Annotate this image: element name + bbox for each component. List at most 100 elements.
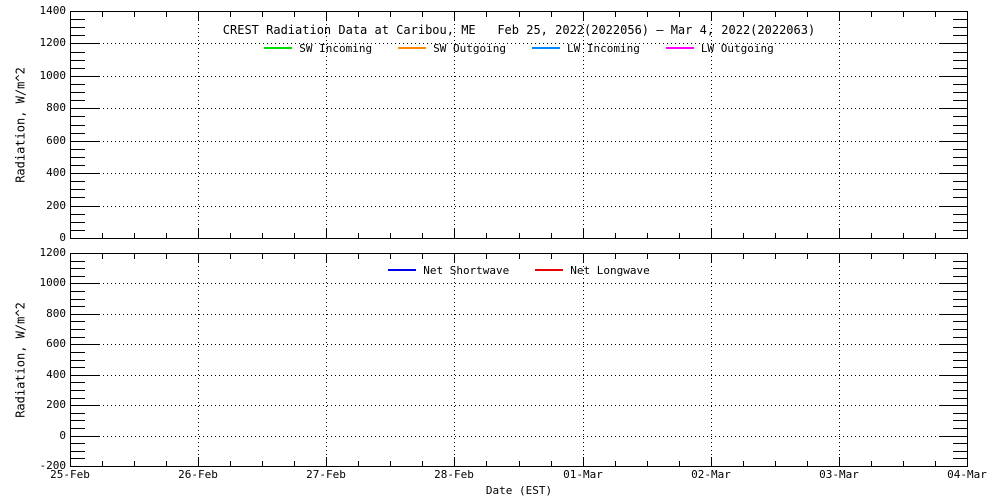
- x-tick-top: [166, 12, 167, 17]
- x-tick-bottom: [102, 461, 103, 466]
- x-tick-label: 27-Feb: [291, 469, 361, 481]
- y-tick-left: [71, 329, 85, 330]
- x-tick-top: [551, 254, 552, 259]
- x-tick-bottom: [262, 461, 263, 466]
- x-tick-bottom: [775, 461, 776, 466]
- x-tick-top: [647, 12, 648, 17]
- y-tick-right: [953, 337, 967, 338]
- y-tick-left: [71, 11, 99, 12]
- x-tick-top: [294, 254, 295, 259]
- x-tick-bottom: [422, 461, 423, 466]
- x-tick-bottom: [294, 233, 295, 238]
- x-tick-bottom: [871, 233, 872, 238]
- x-gridline: [583, 254, 584, 466]
- y-tick-right: [953, 189, 967, 190]
- y-tick-label: 200: [0, 399, 66, 411]
- y-tick-label: 600: [0, 338, 66, 350]
- y-tick-left: [71, 466, 99, 467]
- y-tick-left: [71, 92, 85, 93]
- x-tick-top: [422, 12, 423, 17]
- x-gridline: [711, 12, 712, 238]
- x-tick-top: [775, 12, 776, 17]
- legend-item: Net Shortwave: [388, 264, 509, 277]
- y-tick-right: [953, 68, 967, 69]
- y-tick-right: [953, 165, 967, 166]
- x-tick-bottom: [358, 233, 359, 238]
- x-tick-bottom: [230, 461, 231, 466]
- y-tick-right: [953, 276, 967, 277]
- y-tick-left: [71, 52, 85, 53]
- x-tick-top: [390, 12, 391, 17]
- y-tick-left: [71, 116, 85, 117]
- y-tick-left: [71, 458, 85, 459]
- x-tick-bottom: [230, 233, 231, 238]
- y-tick-label: 400: [0, 369, 66, 381]
- y-tick-left: [71, 133, 85, 134]
- x-tick-top: [551, 12, 552, 17]
- y-tick-left: [71, 149, 85, 150]
- y-tick-left: [71, 165, 85, 166]
- x-tick-top: [967, 12, 968, 21]
- x-gridline: [326, 12, 327, 238]
- y-tick-right: [953, 451, 967, 452]
- y-tick-left: [71, 125, 85, 126]
- x-tick-bottom: [615, 461, 616, 466]
- x-tick-bottom: [551, 233, 552, 238]
- x-tick-label: 03-Mar: [804, 469, 874, 481]
- y-tick-label: 0: [0, 232, 66, 244]
- x-tick-label: 02-Mar: [676, 469, 746, 481]
- x-tick-bottom: [679, 233, 680, 238]
- x-tick-bottom: [935, 233, 936, 238]
- y-tick-left: [71, 360, 85, 361]
- x-tick-top: [294, 12, 295, 17]
- x-tick-top: [262, 12, 263, 17]
- y-gridline: [71, 344, 967, 345]
- y-tick-right: [953, 84, 967, 85]
- y-tick-left: [71, 197, 85, 198]
- x-tick-top: [679, 254, 680, 259]
- y-gridline: [71, 108, 967, 109]
- y-tick-right: [953, 125, 967, 126]
- x-tick-bottom: [551, 461, 552, 466]
- y-tick-left: [71, 398, 85, 399]
- x-tick-bottom: [166, 233, 167, 238]
- x-tick-top: [519, 12, 520, 17]
- x-tick-top: [358, 12, 359, 17]
- y-tick-left: [71, 261, 85, 262]
- y-tick-right: [953, 306, 967, 307]
- x-tick-top: [134, 12, 135, 17]
- radiation-chart: CREST Radiation Data at Caribou, ME Feb …: [0, 0, 1000, 500]
- y-tick-right: [953, 52, 967, 53]
- x-tick-bottom: [871, 461, 872, 466]
- y-tick-right: [953, 230, 967, 231]
- y-tick-right: [953, 222, 967, 223]
- legend-line-swatch: [666, 47, 694, 49]
- y-tick-left: [71, 19, 85, 20]
- y-tick-right: [953, 413, 967, 414]
- x-tick-top: [935, 254, 936, 259]
- y-tick-left: [71, 291, 85, 292]
- y-tick-label: 1200: [0, 247, 66, 259]
- y-gridline: [71, 436, 967, 437]
- y-tick-left: [71, 337, 85, 338]
- x-tick-top: [134, 254, 135, 259]
- y-gridline: [71, 375, 967, 376]
- x-tick-top: [230, 12, 231, 17]
- y-tick-right: [953, 390, 967, 391]
- x-tick-bottom: [134, 233, 135, 238]
- y-tick-left: [71, 27, 85, 28]
- x-tick-bottom: [294, 461, 295, 466]
- x-gridline: [839, 12, 840, 238]
- y-tick-right: [939, 11, 967, 12]
- y-tick-left: [71, 230, 85, 231]
- y-gridline: [71, 405, 967, 406]
- y-tick-right: [953, 116, 967, 117]
- x-gridline: [454, 254, 455, 466]
- x-tick-top: [807, 254, 808, 259]
- y-tick-left: [71, 84, 85, 85]
- x-tick-top: [70, 12, 71, 21]
- x-tick-label: 25-Feb: [35, 469, 105, 481]
- y-tick-label: 1000: [0, 277, 66, 289]
- y-tick-left: [71, 413, 85, 414]
- y-tick-right: [953, 157, 967, 158]
